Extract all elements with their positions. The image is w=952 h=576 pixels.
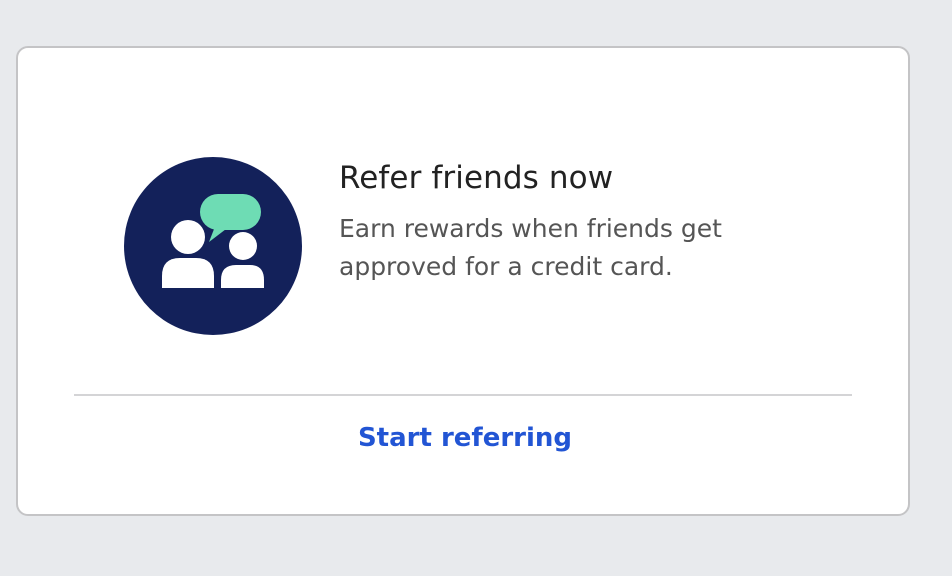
start-referring-label[interactable]: Start referring bbox=[354, 420, 572, 456]
card-title: Refer friends now bbox=[339, 160, 614, 196]
divider bbox=[74, 394, 852, 396]
referral-text: Refer friends now Earn rewards when frie… bbox=[339, 158, 819, 286]
referral-card: Refer friends now Earn rewards when frie… bbox=[16, 46, 910, 516]
refer-friends-icon bbox=[123, 156, 303, 336]
card-description: Earn rewards when friends get approved f… bbox=[339, 214, 722, 281]
start-referring-link[interactable]: Start referring bbox=[18, 420, 908, 456]
